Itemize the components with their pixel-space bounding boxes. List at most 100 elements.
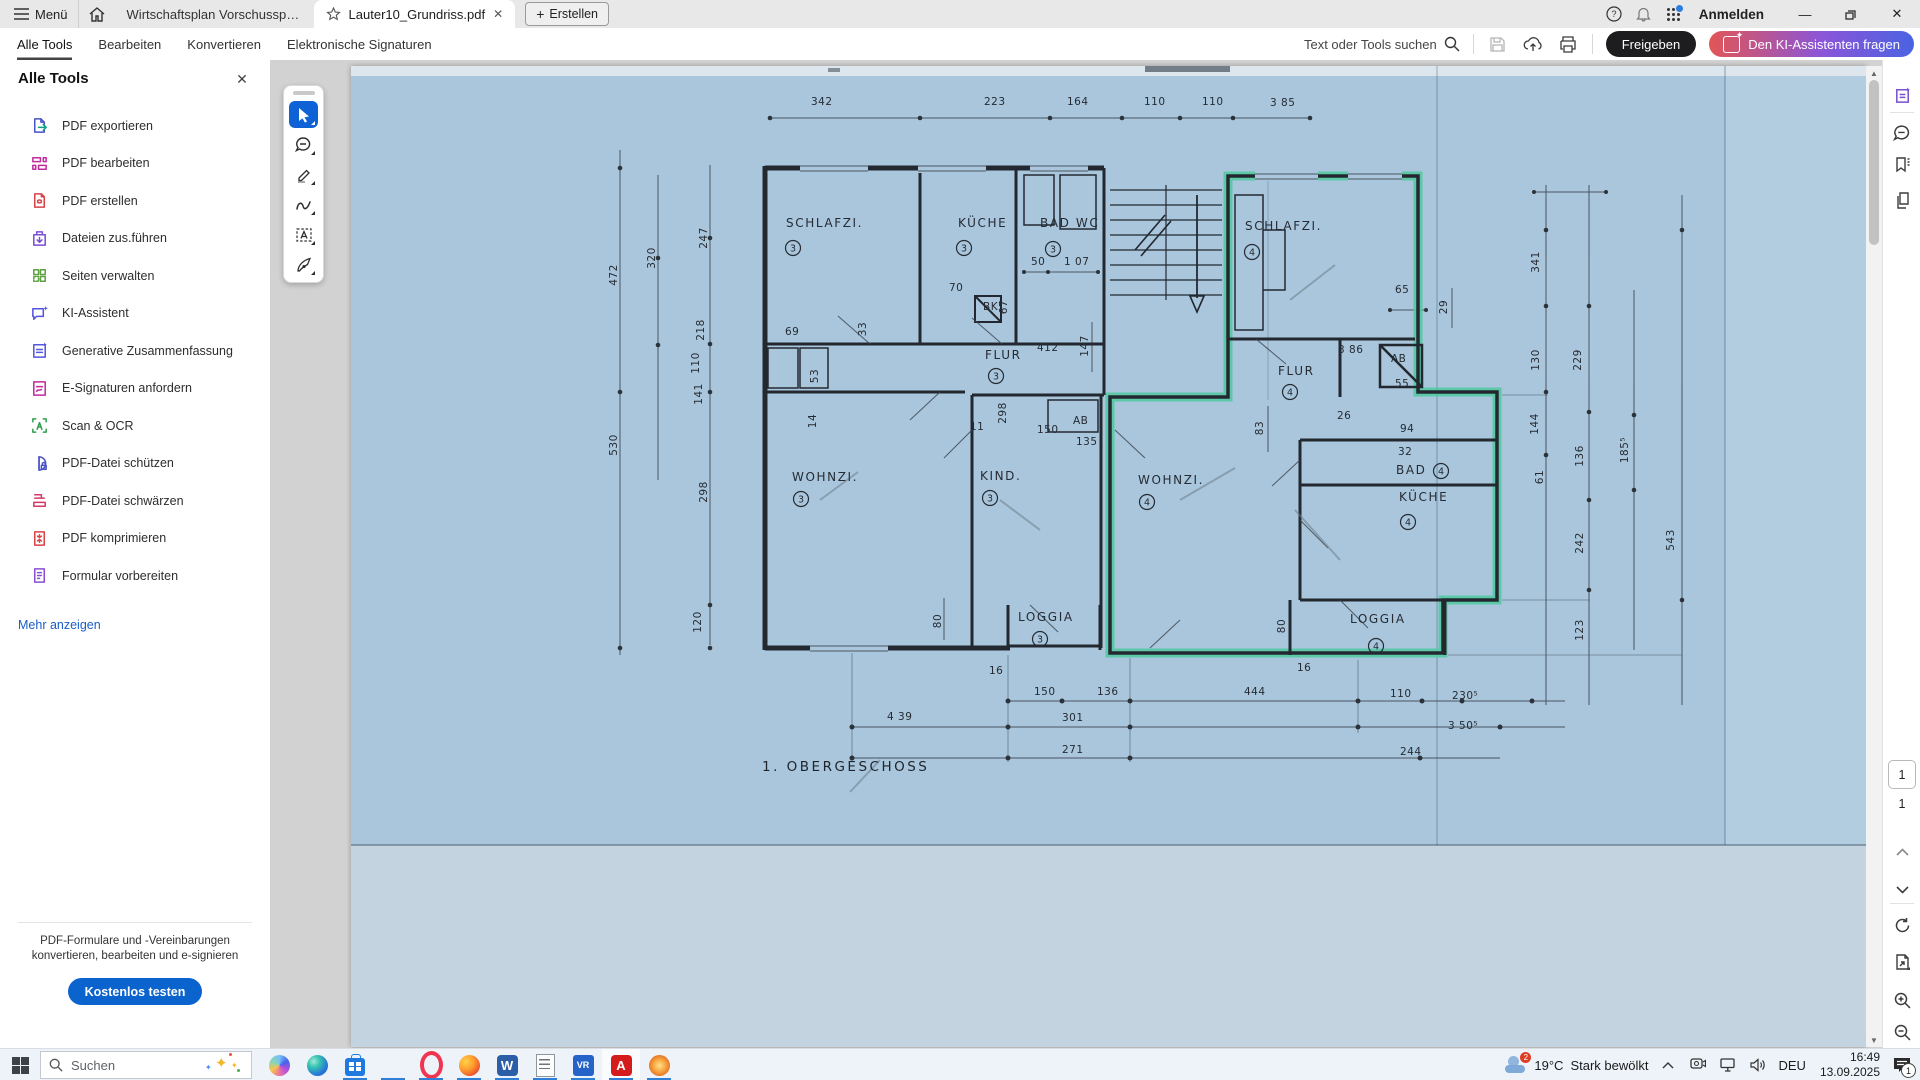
tool-item-ai[interactable]: KI-Assistent: [0, 295, 270, 333]
dimension-label: 271: [1062, 744, 1084, 756]
taskbar-app-opera[interactable]: [412, 1049, 450, 1080]
taskbar-app-xnview[interactable]: [640, 1049, 678, 1080]
home-button[interactable]: [78, 0, 115, 28]
dimension-label: 242: [1574, 532, 1586, 554]
show-more-link[interactable]: Mehr anzeigen: [18, 618, 101, 632]
select-tool-button[interactable]: [289, 101, 318, 128]
meet-now-icon[interactable]: [1688, 1055, 1708, 1075]
fit-page-icon[interactable]: [1890, 950, 1914, 974]
tool-item-scan[interactable]: Scan & OCR: [0, 407, 270, 445]
taskbar-app-explorer[interactable]: [374, 1049, 412, 1080]
taskbar-weather[interactable]: 2 19°C Stark bewölkt: [1503, 1058, 1648, 1073]
notifications-bell-icon[interactable]: [1629, 0, 1659, 28]
highlight-tool-button[interactable]: [289, 161, 318, 188]
edge-icon: [307, 1055, 328, 1076]
acrobat-icon: A: [611, 1055, 632, 1076]
upload-cloud-icon[interactable]: [1522, 33, 1544, 55]
input-language[interactable]: DEU: [1778, 1058, 1805, 1073]
search-label: Text oder Tools suchen: [1304, 37, 1437, 52]
signin-label[interactable]: Anmelden: [1699, 7, 1764, 22]
dimension-label: 472: [608, 264, 620, 286]
room-label: WOHNZI.: [792, 470, 858, 484]
apps-grid-icon[interactable]: [1659, 0, 1689, 28]
sign-tool-button[interactable]: [289, 251, 318, 278]
help-icon[interactable]: ?: [1599, 0, 1629, 28]
close-button[interactable]: ✕: [1874, 0, 1920, 28]
minimize-button[interactable]: —: [1782, 0, 1828, 28]
search-tools[interactable]: Text oder Tools suchen: [1304, 36, 1460, 52]
taskbar-app-edge[interactable]: [298, 1049, 336, 1080]
zoom-in-icon[interactable]: [1890, 988, 1914, 1012]
taskbar-app-acrobat[interactable]: A: [602, 1049, 640, 1080]
share-button[interactable]: Freigeben: [1606, 31, 1697, 57]
dimension-label: 342: [811, 96, 833, 108]
generative-summary-icon[interactable]: [1890, 83, 1914, 107]
taskbar-app-vrbank[interactable]: VR: [564, 1049, 602, 1080]
textbox-tool-button[interactable]: [289, 221, 318, 248]
tab-grundriss[interactable]: Lauter10_Grundriss.pdf ✕: [314, 0, 516, 28]
dimension-label: 218: [695, 319, 707, 341]
free-trial-button[interactable]: Kostenlos testen: [68, 978, 202, 1005]
tool-item-compress[interactable]: PDF komprimieren: [0, 520, 270, 558]
previous-page-icon[interactable]: [1890, 840, 1914, 864]
tools-panel-close-icon[interactable]: ✕: [232, 69, 252, 89]
tool-item-label: Generative Zusammenfassung: [62, 344, 233, 358]
taskbar-search-box[interactable]: Suchen ✦ ✦ ✦: [40, 1051, 252, 1079]
taskbar-app-firefox[interactable]: [450, 1049, 488, 1080]
tool-item-organize[interactable]: Seiten verwalten: [0, 257, 270, 295]
tool-item-edit[interactable]: PDF bearbeiten: [0, 145, 270, 183]
tool-item-form[interactable]: Formular vorbereiten: [0, 557, 270, 595]
star-icon[interactable]: [326, 7, 341, 21]
tool-item-export[interactable]: PDF exportieren: [0, 107, 270, 145]
bookmarks-icon[interactable]: [1890, 152, 1914, 176]
rotate-page-icon[interactable]: [1890, 913, 1914, 937]
tab-konvertieren[interactable]: Konvertieren: [187, 28, 261, 60]
tab-wirtschaftsplan[interactable]: Wirtschaftsplan Vorschusspla...: [115, 7, 314, 22]
tool-item-create[interactable]: PDF erstellen: [0, 182, 270, 220]
save-icon[interactable]: [1487, 33, 1509, 55]
start-button[interactable]: [0, 1049, 40, 1080]
tray-expand-icon[interactable]: [1658, 1055, 1678, 1075]
page-thumbnails-icon[interactable]: [1890, 188, 1914, 212]
create-tab-button[interactable]: +Erstellen: [525, 2, 609, 26]
ai-assistant-icon: [1723, 36, 1740, 53]
tab-signaturen[interactable]: Elektronische Signaturen: [287, 28, 432, 60]
tab-bearbeiten[interactable]: Bearbeiten: [98, 28, 161, 60]
tool-item-esign[interactable]: E-Signaturen anfordern: [0, 370, 270, 408]
action-center-icon[interactable]: 1: [1890, 1054, 1914, 1076]
room-label: SCHLAFZI.: [786, 216, 863, 230]
zoom-out-icon[interactable]: [1890, 1020, 1914, 1044]
taskbar-clock[interactable]: 16:49 13.09.2025: [1820, 1050, 1880, 1080]
volume-icon[interactable]: [1748, 1055, 1768, 1075]
scrollbar-thumb[interactable]: [1869, 80, 1879, 245]
next-page-icon[interactable]: [1890, 878, 1914, 902]
taskbar-app-word[interactable]: W: [488, 1049, 526, 1080]
room-label: KIND.: [980, 469, 1021, 483]
menu-button[interactable]: Menü: [0, 0, 78, 28]
taskbar-app-store[interactable]: [336, 1049, 374, 1080]
ai-assistant-button[interactable]: Den KI-Assistenten fragen: [1709, 31, 1914, 57]
tool-item-combine[interactable]: Dateien zus.führen: [0, 220, 270, 258]
tool-item-redact[interactable]: PDF-Datei schwärzen: [0, 482, 270, 520]
tab-close-icon[interactable]: ✕: [493, 7, 503, 21]
export-icon: [30, 116, 49, 135]
draw-tool-button[interactable]: [289, 191, 318, 218]
comments-icon[interactable]: [1890, 121, 1914, 145]
taskbar-app-copilot[interactable]: [260, 1049, 298, 1080]
comment-tool-button[interactable]: [289, 131, 318, 158]
tab-alle-tools[interactable]: Alle Tools: [17, 28, 72, 60]
dimension-label: 11: [970, 421, 984, 433]
vertical-scrollbar[interactable]: ▲ ▼: [1866, 66, 1882, 1047]
palette-drag-handle[interactable]: [293, 91, 315, 95]
restore-button[interactable]: [1828, 0, 1874, 28]
pdf-page-floorplan[interactable]: 3422231641101103 85472320247530298218110…: [351, 66, 1866, 1047]
network-icon[interactable]: [1718, 1055, 1738, 1075]
tool-item-summary[interactable]: Generative Zusammenfassung: [0, 332, 270, 370]
store-icon: [345, 1058, 365, 1076]
print-icon[interactable]: [1557, 33, 1579, 55]
tool-item-protect[interactable]: PDF-Datei schützen: [0, 445, 270, 483]
page-number-input[interactable]: 1: [1888, 760, 1916, 789]
scroll-up-arrow[interactable]: ▲: [1866, 66, 1882, 80]
scroll-down-arrow[interactable]: ▼: [1866, 1033, 1882, 1047]
taskbar-app-notes[interactable]: [526, 1049, 564, 1080]
